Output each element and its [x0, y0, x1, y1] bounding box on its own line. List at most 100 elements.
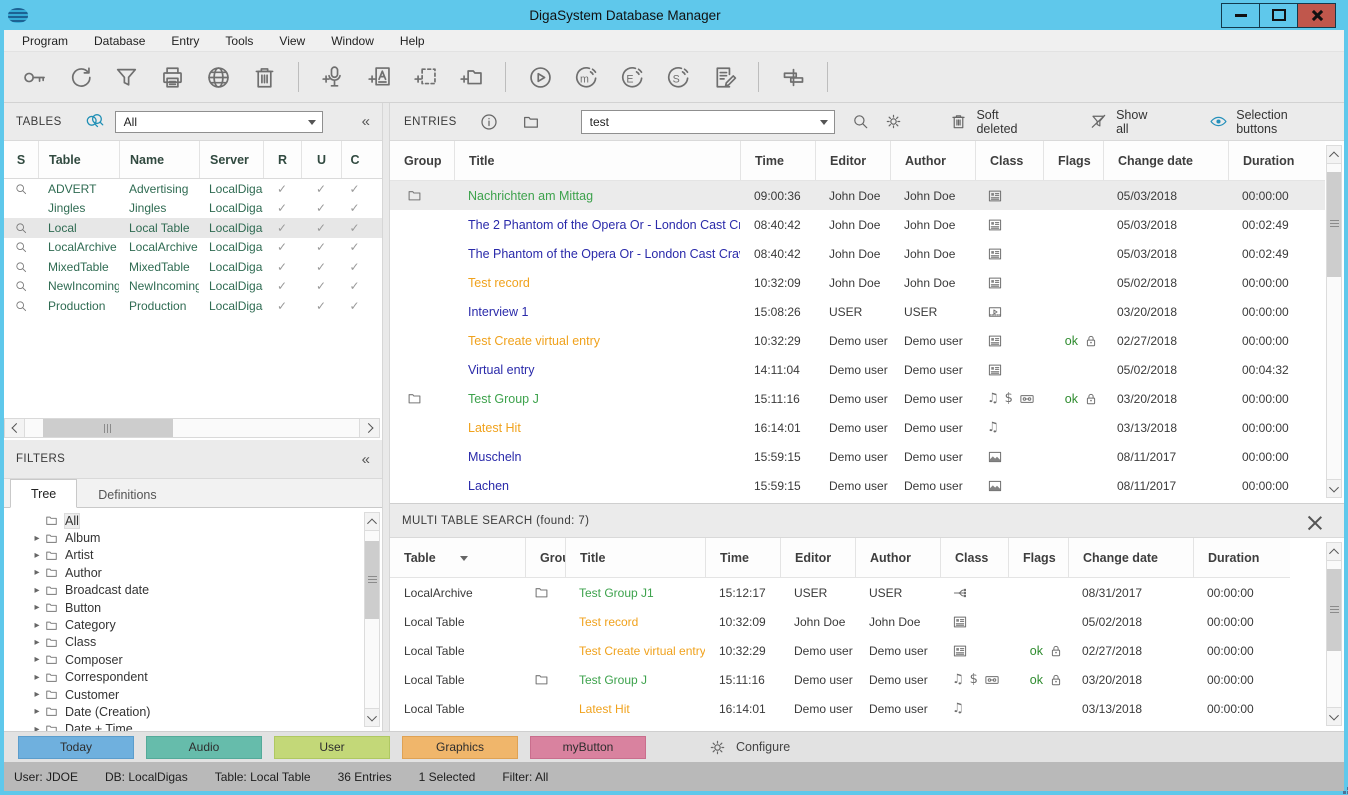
tree-expander-icon[interactable]: ▸	[30, 654, 44, 665]
mts-column-header-time[interactable]: Time	[705, 538, 780, 577]
mts-row[interactable]: Local TableLatest Hit16:14:01Demo userDe…	[390, 694, 1290, 723]
scroll-thumb[interactable]	[365, 541, 379, 619]
tree-expander-icon[interactable]: ▸	[30, 706, 44, 717]
toolbar-add-text-entry-button[interactable]	[363, 61, 395, 93]
toolbar-add-audio-entry-button[interactable]	[317, 61, 349, 93]
tree-expander-icon[interactable]: ▸	[30, 724, 44, 731]
entries-vertical-scrollbar[interactable]	[1326, 145, 1342, 498]
tree-item-composer[interactable]: ▸Composer	[4, 651, 362, 668]
table-row[interactable]: JinglesJinglesLocalDigas✓✓✓	[4, 199, 382, 219]
toolbar-record-e-button[interactable]: E	[616, 61, 648, 93]
entries-column-header-change-date[interactable]: Change date	[1103, 141, 1228, 180]
scroll-thumb[interactable]	[1327, 569, 1341, 651]
close-button[interactable]	[1297, 3, 1336, 28]
entries-column-header-editor[interactable]: Editor	[815, 141, 890, 180]
tree-item-all[interactable]: All	[4, 512, 362, 529]
tree-item-date-creation[interactable]: ▸Date (Creation)	[4, 703, 362, 720]
toolbar-edit-entry-button[interactable]	[708, 61, 740, 93]
tree-item-date-time[interactable]: ▸Date + Time	[4, 721, 362, 731]
entry-row[interactable]: Test Group J15:11:16Demo userDemo user♫$…	[390, 384, 1325, 413]
tree-vertical-scrollbar[interactable]	[364, 512, 380, 727]
soft-deleted-toggle[interactable]: Soft deleted	[949, 108, 1043, 136]
toolbar-connect-button[interactable]	[18, 61, 50, 93]
footer-button-today[interactable]: Today	[18, 736, 134, 759]
toolbar-record-m-button[interactable]: m	[570, 61, 602, 93]
toolbar-record-s-button[interactable]: S	[662, 61, 694, 93]
toolbar-refresh-button[interactable]	[64, 61, 96, 93]
table-row[interactable]: LocalArchiveLocalArchiveLocalDigas✓✓✓	[4, 238, 382, 258]
entries-column-header-class[interactable]: Class	[975, 141, 1043, 180]
table-row[interactable]: NewIncomingsNewIncomingsLocalDigas✓✓✓	[4, 277, 382, 297]
minimize-button[interactable]	[1221, 3, 1260, 28]
folder-icon[interactable]	[521, 112, 541, 132]
mts-row[interactable]: Local TableTest record10:32:09John DoeJo…	[390, 607, 1290, 636]
tables-column-header-r[interactable]: R	[263, 141, 301, 178]
mts-close-button[interactable]	[1308, 514, 1322, 528]
tree-expander-icon[interactable]: ▸	[30, 567, 44, 578]
mts-column-header-author[interactable]: Author	[855, 538, 940, 577]
tables-column-header-table[interactable]: Table	[38, 141, 119, 178]
footer-button-mybutton[interactable]: myButton	[530, 736, 646, 759]
panel-splitter[interactable]	[382, 103, 390, 731]
entry-row[interactable]: Lachen15:59:15Demo userDemo user08/11/20…	[390, 471, 1325, 500]
mts-vertical-scrollbar[interactable]	[1326, 542, 1342, 726]
menu-item-help[interactable]: Help	[400, 34, 425, 48]
mts-column-header-change-date[interactable]: Change date	[1068, 538, 1193, 577]
menu-item-database[interactable]: Database	[94, 34, 145, 48]
tables-column-header-c[interactable]: C	[341, 141, 368, 178]
menu-item-window[interactable]: Window	[331, 34, 374, 48]
footer-button-graphics[interactable]: Graphics	[402, 736, 518, 759]
tables-column-header-u[interactable]: U	[301, 141, 341, 178]
tree-expander-icon[interactable]: ▸	[30, 620, 44, 631]
tables-column-header-name[interactable]: Name	[119, 141, 199, 178]
tree-expander-icon[interactable]: ▸	[30, 689, 44, 700]
menu-item-program[interactable]: Program	[22, 34, 68, 48]
resize-grip-icon[interactable]	[1339, 787, 1342, 790]
tree-item-customer[interactable]: ▸Customer	[4, 686, 362, 703]
search-icon[interactable]	[851, 112, 870, 131]
entries-column-header-time[interactable]: Time	[740, 141, 815, 180]
entry-row[interactable]: Virtual entry14:11:04Demo userDemo user0…	[390, 355, 1325, 384]
scroll-thumb[interactable]	[43, 419, 173, 437]
mts-column-header-table[interactable]: Table	[390, 538, 525, 577]
entries-column-header-duration[interactable]: Duration	[1228, 141, 1325, 180]
mts-column-header-class[interactable]: Class	[940, 538, 1008, 577]
entry-row[interactable]: The Phantom of the Opera Or - London Cas…	[390, 239, 1325, 268]
mts-column-header-group[interactable]: Group	[525, 538, 565, 577]
filters-collapse-button[interactable]: «	[362, 451, 370, 468]
mts-column-header-duration[interactable]: Duration	[1193, 538, 1290, 577]
tables-column-header-s[interactable]: S	[4, 141, 38, 178]
selection-buttons-toggle[interactable]: Selection buttons	[1209, 108, 1332, 136]
scroll-up-button[interactable]	[1327, 146, 1341, 164]
menu-item-view[interactable]: View	[279, 34, 305, 48]
tree-item-category[interactable]: ▸Category	[4, 616, 362, 633]
toolbar-multitrack-button[interactable]	[777, 61, 809, 93]
tree-item-broadcast-date[interactable]: ▸Broadcast date	[4, 582, 362, 599]
scroll-track[interactable]	[25, 419, 359, 437]
scroll-down-button[interactable]	[1327, 479, 1341, 497]
entries-column-header-author[interactable]: Author	[890, 141, 975, 180]
tab-definitions[interactable]: Definitions	[77, 480, 177, 508]
tree-expander-icon[interactable]: ▸	[30, 533, 44, 544]
entry-search-combobox[interactable]	[581, 110, 836, 134]
tree-expander-icon[interactable]: ▸	[30, 550, 44, 561]
gear-icon[interactable]	[884, 112, 903, 131]
tree-expander-icon[interactable]: ▸	[30, 585, 44, 596]
toolbar-print-button[interactable]	[156, 61, 188, 93]
entry-row[interactable]: The 2 Phantom of the Opera Or - London C…	[390, 210, 1325, 239]
table-search-icon[interactable]	[84, 111, 105, 132]
entry-row[interactable]: Test Create virtual entry10:32:29Demo us…	[390, 326, 1325, 355]
tree-expander-icon[interactable]: ▸	[30, 637, 44, 648]
scroll-left-button[interactable]	[5, 419, 25, 437]
menu-item-entry[interactable]: Entry	[171, 34, 199, 48]
mts-column-header-title[interactable]: Title	[565, 538, 705, 577]
tab-tree[interactable]: Tree	[10, 479, 77, 508]
toolbar-add-group-button[interactable]	[455, 61, 487, 93]
entry-search-input[interactable]	[584, 115, 821, 129]
table-row[interactable]: ProductionProductionLocalDigas✓✓✓	[4, 296, 382, 316]
entry-row[interactable]: Latest Hit16:14:01Demo userDemo user♫03/…	[390, 413, 1325, 442]
toolbar-web-button[interactable]	[202, 61, 234, 93]
tree-item-button[interactable]: ▸Button	[4, 599, 362, 616]
footer-button-user[interactable]: User	[274, 736, 390, 759]
configure-button[interactable]: Configure	[708, 738, 790, 757]
